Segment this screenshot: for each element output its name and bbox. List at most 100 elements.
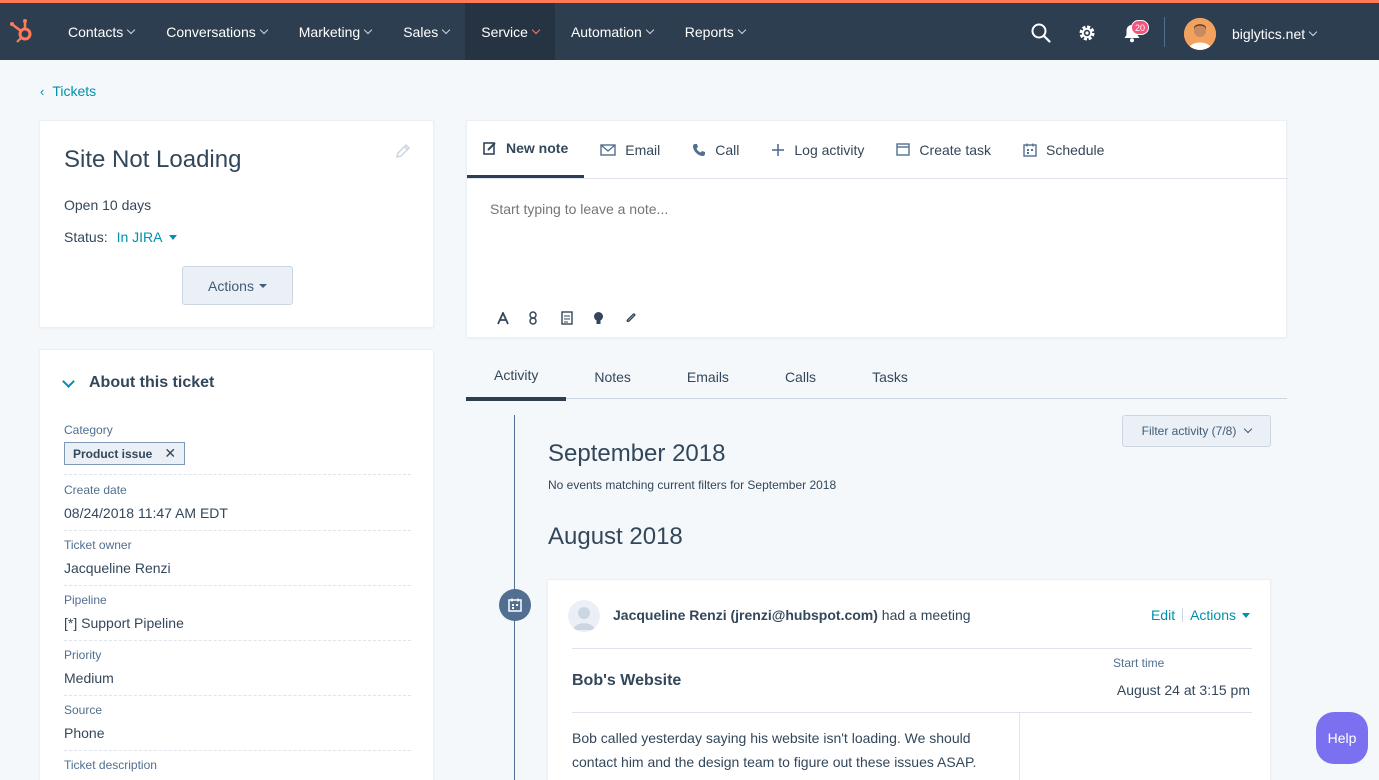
meeting-body-text: Bob called yesterday saying his website … bbox=[572, 730, 977, 770]
search-icon[interactable] bbox=[1030, 22, 1052, 44]
tab-tasks[interactable]: Tasks bbox=[844, 355, 936, 399]
source-property: Source Phone bbox=[64, 703, 411, 751]
event-verb: had a meeting bbox=[877, 607, 971, 623]
remove-tag-icon[interactable]: ✕ bbox=[164, 445, 176, 462]
status-value: In JIRA bbox=[116, 229, 163, 245]
caret-down-icon bbox=[168, 234, 177, 240]
source-value[interactable]: Phone bbox=[64, 725, 411, 741]
create-date-property: Create date 08/24/2018 11:47 AM EDT bbox=[64, 483, 411, 531]
nav-marketing[interactable]: Marketing bbox=[283, 3, 387, 60]
category-tag: Product issue ✕ bbox=[64, 442, 186, 465]
edit-pencil-icon[interactable] bbox=[395, 143, 411, 159]
priority-value[interactable]: Medium bbox=[64, 670, 411, 686]
hubspot-logo-icon[interactable] bbox=[8, 17, 36, 45]
create-date-value[interactable]: 08/24/2018 11:47 AM EDT bbox=[64, 505, 411, 521]
back-to-tickets-link[interactable]: ‹ Tickets bbox=[40, 83, 96, 99]
description-property: Ticket description bbox=[64, 758, 411, 780]
notification-count-badge: 20 bbox=[1131, 20, 1150, 35]
chevron-down-icon bbox=[259, 25, 268, 34]
event-actions: Edit Actions bbox=[1151, 607, 1250, 623]
user-avatar[interactable] bbox=[1184, 18, 1216, 50]
tab-call-label: Call bbox=[715, 141, 740, 158]
tab-email[interactable]: Email bbox=[584, 121, 676, 178]
nav-automation[interactable]: Automation bbox=[555, 3, 669, 60]
account-name: biglytics.net bbox=[1232, 26, 1306, 42]
event-edit-link[interactable]: Edit bbox=[1151, 607, 1175, 623]
event-header: Jacqueline Renzi (jrenzi@hubspot.com) ha… bbox=[613, 607, 971, 623]
composer-tabs-divider bbox=[467, 178, 1288, 179]
empty-month-message: No events matching current filters for S… bbox=[548, 478, 837, 492]
snippet-icon[interactable] bbox=[561, 309, 593, 327]
nav-marketing-label: Marketing bbox=[298, 23, 361, 40]
tab-new-note[interactable]: New note bbox=[467, 121, 585, 179]
chevron-down-icon bbox=[62, 374, 75, 388]
ticket-summary-card: Site Not Loading Open 10 days Status: In… bbox=[39, 120, 434, 328]
nav-sales[interactable]: Sales bbox=[387, 3, 465, 60]
nav-service[interactable]: Service bbox=[465, 3, 555, 60]
nav-conversations[interactable]: Conversations bbox=[150, 3, 283, 60]
month-heading-september: September 2018 bbox=[548, 440, 726, 467]
chevron-down-icon bbox=[737, 25, 747, 34]
event-actions-label: Actions bbox=[1190, 607, 1236, 623]
start-time-value[interactable]: August 24 at 3:15 pm bbox=[1117, 682, 1250, 698]
tab-create-task[interactable]: Create task bbox=[880, 121, 1007, 178]
text-format-icon[interactable] bbox=[497, 309, 529, 327]
priority-label: Priority bbox=[64, 648, 102, 662]
back-link-label: Tickets bbox=[52, 83, 97, 99]
caret-down-icon bbox=[1242, 612, 1250, 618]
activity-tabs: Activity Notes Emails Calls Tasks bbox=[466, 355, 1287, 401]
link-icon[interactable] bbox=[529, 309, 561, 327]
create-date-label: Create date bbox=[64, 483, 127, 497]
owner-value[interactable]: Jacqueline Renzi bbox=[64, 560, 411, 576]
about-ticket-toggle[interactable]: About this ticket bbox=[60, 374, 214, 392]
month-heading-august: August 2018 bbox=[548, 523, 683, 550]
tab-call[interactable]: Call bbox=[676, 121, 755, 178]
composer-tabs: New note Email Call Log activity Create … bbox=[467, 121, 1120, 179]
main-nav: Contacts Conversations Marketing Sales S… bbox=[52, 3, 761, 60]
tab-schedule[interactable]: Schedule bbox=[1007, 121, 1120, 178]
tab-calls[interactable]: Calls bbox=[757, 355, 844, 399]
status-label: Status: bbox=[64, 229, 108, 245]
tab-notes[interactable]: Notes bbox=[566, 355, 659, 399]
tab-emails[interactable]: Emails bbox=[659, 355, 757, 399]
task-icon bbox=[896, 143, 911, 156]
nav-service-label: Service bbox=[481, 23, 528, 40]
activity-composer: New note Email Call Log activity Create … bbox=[466, 120, 1288, 338]
ticket-status-row: Status: In JIRA bbox=[64, 229, 177, 245]
tab-activity[interactable]: Activity bbox=[466, 355, 567, 401]
caret-down-icon bbox=[258, 283, 267, 288]
start-time-label: Start time bbox=[1113, 656, 1165, 670]
plus-icon bbox=[772, 143, 785, 156]
ticket-actions-button[interactable]: Actions bbox=[182, 266, 293, 305]
user-avatar-icon bbox=[1184, 18, 1216, 50]
note-text-input[interactable] bbox=[490, 201, 1190, 217]
tab-log-activity[interactable]: Log activity bbox=[755, 121, 880, 178]
actions-button-label: Actions bbox=[208, 277, 254, 294]
attachment-icon[interactable] bbox=[625, 309, 657, 327]
event-divider bbox=[572, 712, 1252, 713]
chevron-down-icon bbox=[442, 25, 451, 34]
event-actions-dropdown[interactable]: Actions bbox=[1190, 607, 1250, 623]
filter-activity-button[interactable]: Filter activity (7/8) bbox=[1122, 415, 1271, 447]
chevron-down-icon bbox=[645, 25, 655, 34]
ticket-open-duration: Open 10 days bbox=[64, 197, 152, 213]
event-divider bbox=[572, 648, 1252, 649]
tab-log-activity-label: Log activity bbox=[794, 141, 865, 158]
pipeline-value[interactable]: [*] Support Pipeline bbox=[64, 615, 411, 631]
settings-gear-icon[interactable] bbox=[1076, 22, 1098, 44]
chevron-down-icon bbox=[531, 25, 541, 34]
nav-reports[interactable]: Reports bbox=[669, 3, 761, 60]
event-column-divider bbox=[1019, 713, 1020, 780]
knowledge-bulb-icon[interactable] bbox=[593, 309, 625, 327]
ticket-owner-property: Ticket owner Jacqueline Renzi bbox=[64, 538, 411, 586]
help-button[interactable]: Help bbox=[1316, 712, 1368, 764]
event-actor[interactable]: Jacqueline Renzi (jrenzi@hubspot.com) bbox=[613, 607, 878, 623]
note-edit-icon bbox=[483, 142, 496, 155]
tab-schedule-label: Schedule bbox=[1046, 141, 1105, 158]
priority-property: Priority Medium bbox=[64, 648, 411, 696]
status-dropdown[interactable]: In JIRA bbox=[117, 229, 177, 245]
account-menu[interactable]: biglytics.net bbox=[1232, 26, 1318, 42]
nav-reports-label: Reports bbox=[684, 23, 734, 40]
source-label: Source bbox=[64, 703, 103, 717]
nav-contacts[interactable]: Contacts bbox=[52, 3, 150, 60]
